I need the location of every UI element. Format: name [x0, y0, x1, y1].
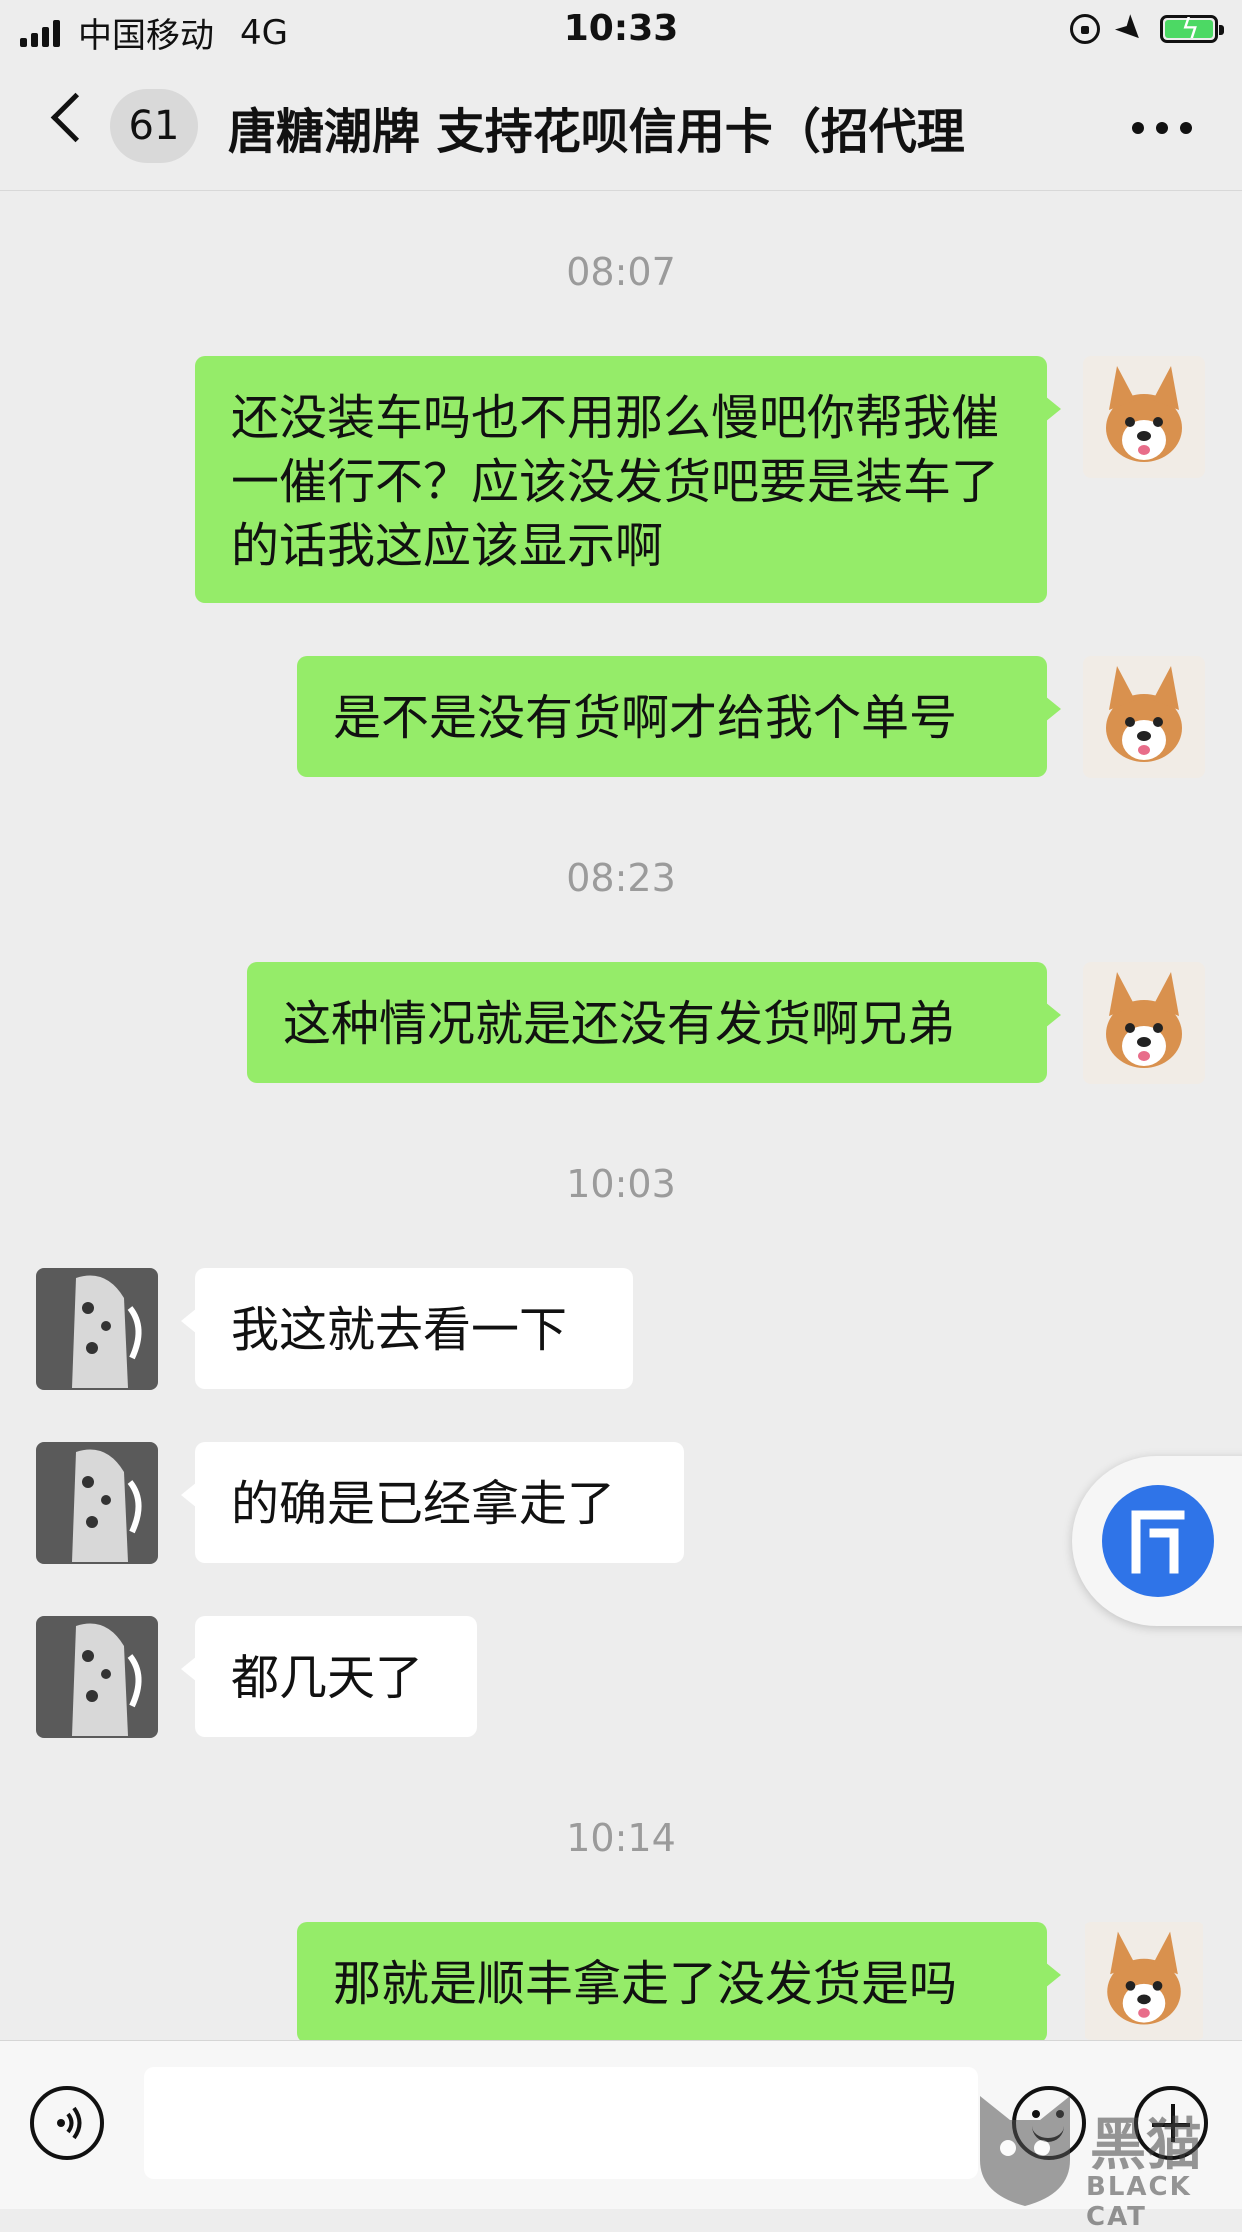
- received-message[interactable]: 都几天了: [181, 1616, 477, 1737]
- my-avatar[interactable]: [1083, 962, 1205, 1084]
- sent-message[interactable]: 还没装车吗也不用那么慢吧你帮我催一催行不？应该没发货吧要是装车了的话我这应该显示…: [195, 356, 1061, 603]
- corgi-avatar-icon: [1083, 962, 1205, 1084]
- contact-avatar[interactable]: [36, 1616, 158, 1738]
- sent-message[interactable]: 这种情况就是还没有发货啊兄弟: [247, 962, 1061, 1083]
- watermark-subtext: BLACK CAT: [1086, 2172, 1192, 2232]
- received-message[interactable]: 我这就去看一下: [181, 1268, 633, 1389]
- back-chevron-icon[interactable]: [50, 92, 101, 143]
- my-avatar[interactable]: [1083, 356, 1205, 478]
- watermark-text: 黑猫: [1090, 2113, 1202, 2178]
- rotation-lock-icon: [1069, 14, 1100, 44]
- contact-avatar-icon: [36, 1268, 158, 1390]
- black-cat-watermark: 黑猫 BLACK CAT: [970, 2090, 1242, 2232]
- voice-icon[interactable]: [30, 2086, 104, 2160]
- location-arrow-icon: ➤: [1105, 4, 1154, 54]
- status-bar: 中国移动 4G 10:33 ➤ ϟ: [0, 0, 1242, 62]
- timestamp: 08:23: [566, 856, 676, 900]
- contact-avatar[interactable]: [36, 1268, 158, 1390]
- message-input[interactable]: [144, 2067, 978, 2179]
- unread-badge[interactable]: 61: [110, 89, 198, 163]
- received-message[interactable]: 的确是已经拿走了: [181, 1442, 684, 1563]
- my-avatar[interactable]: [1083, 656, 1205, 778]
- floating-button[interactable]: [1072, 1456, 1242, 1626]
- sent-message[interactable]: 那就是顺丰拿走了没发货是吗: [297, 1922, 1061, 2043]
- status-right: ➤ ϟ: [1069, 5, 1224, 53]
- sent-message[interactable]: 是不是没有货啊才给我个单号: [297, 656, 1061, 777]
- timestamp: 08:07: [566, 250, 676, 294]
- cat-shield-icon: [980, 2096, 1070, 2206]
- corgi-avatar-icon: [1083, 356, 1205, 478]
- battery-charging-icon: ϟ: [1160, 12, 1224, 45]
- chat-header: 61 唐糖潮牌 支持花呗信用卡（招代理: [0, 62, 1242, 191]
- contact-avatar-icon: [36, 1616, 158, 1738]
- my-avatar[interactable]: [1083, 1922, 1205, 2040]
- corgi-avatar-icon: [1083, 656, 1205, 778]
- chat-title: 唐糖潮牌 支持花呗信用卡（招代理: [228, 104, 965, 160]
- corgi-avatar-icon: [1085, 1922, 1203, 2040]
- floating-app-icon: [1102, 1485, 1214, 1597]
- clock: 10:33: [563, 8, 679, 49]
- contact-avatar-icon: [36, 1442, 158, 1564]
- timestamp: 10:14: [566, 1816, 676, 1860]
- timestamp: 10:03: [566, 1162, 676, 1206]
- contact-avatar[interactable]: [36, 1442, 158, 1564]
- more-icon[interactable]: [1132, 122, 1192, 134]
